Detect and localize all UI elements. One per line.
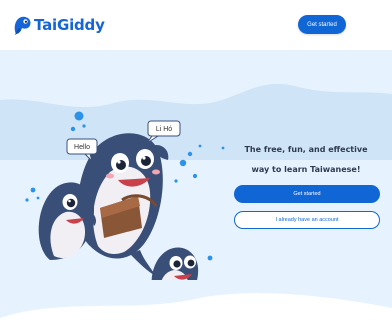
brand-name: TaiGiddy xyxy=(34,16,105,34)
speech-bubble-li-ho: Li Hó xyxy=(146,120,181,144)
get-started-button[interactable]: Get started xyxy=(234,185,380,203)
hero-section: Hello Li Hó The free, fun, and effective… xyxy=(0,50,392,320)
hero-tagline-line-1: The free, fun, and effective xyxy=(244,145,368,154)
logo[interactable]: TaiGiddy xyxy=(12,13,105,37)
left-dolphin xyxy=(38,182,96,260)
dolphin-logo-icon xyxy=(14,16,31,35)
header-get-started-button[interactable]: Get started xyxy=(298,15,346,34)
hero-tagline: The free, fun, and effective way to lear… xyxy=(232,140,380,180)
small-dolphin xyxy=(151,247,199,280)
hero-tagline-line-2: way to learn Taiwanese! xyxy=(251,165,361,174)
speech-bubble-hello-text: Hello xyxy=(74,144,90,151)
speech-bubble-li-ho-text: Li Hó xyxy=(156,126,172,133)
dolphin-illustration: Hello Li Hó xyxy=(25,111,225,280)
have-account-button[interactable]: I already have an account xyxy=(234,211,380,229)
site-header: TaiGiddy Get started xyxy=(0,0,392,50)
